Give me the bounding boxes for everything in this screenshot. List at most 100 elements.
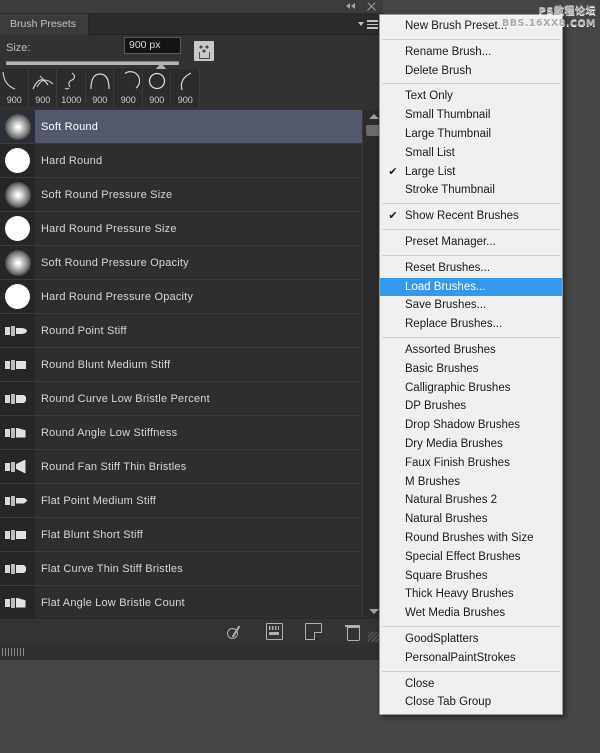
menu-item[interactable]: M Brushes — [380, 473, 562, 492]
recent-brush-cell[interactable]: 900 — [171, 69, 200, 107]
menu-item-label: Save Brushes... — [405, 299, 487, 312]
brush-name-label: Flat Angle Low Bristle Count — [41, 596, 185, 609]
new-brush-preset-icon[interactable] — [305, 623, 322, 640]
brush-thumbnail — [0, 178, 35, 211]
brush-tip-icon[interactable] — [194, 41, 214, 61]
brush-list-item[interactable]: Flat Curve Thin Stiff Bristles — [0, 552, 362, 586]
menu-item[interactable]: Wet Media Brushes — [380, 604, 562, 623]
brush-thumbnail — [0, 450, 35, 483]
brush-thumbnail — [0, 382, 35, 415]
size-slider[interactable] — [6, 60, 179, 71]
menu-item[interactable]: PersonalPaintStrokes — [380, 649, 562, 668]
brush-thumbnail — [0, 416, 35, 449]
toggle-brush-pencil-icon[interactable] — [227, 623, 244, 640]
brush-list-item[interactable]: Hard Round Pressure Size — [0, 212, 362, 246]
brush-presets-panel: Brush Presets Size: 900 px 900 900 1000 900… — [0, 0, 383, 660]
recent-brush-cell[interactable]: 900 — [29, 69, 57, 107]
menu-separator — [382, 83, 560, 85]
scroll-down-arrow[interactable] — [369, 609, 379, 614]
brush-list-item[interactable]: Round Curve Low Bristle Percent — [0, 382, 362, 416]
menu-item[interactable]: Text Only — [380, 87, 562, 106]
menu-item[interactable]: Reset Brushes... — [380, 259, 562, 278]
menu-item[interactable]: ✔ Large List — [380, 163, 562, 182]
recent-brush-cell[interactable]: 900 — [86, 69, 114, 107]
recent-brush-size-label: 900 — [120, 95, 136, 105]
menu-item[interactable]: Calligraphic Brushes — [380, 379, 562, 398]
panel-menu-icon[interactable] — [358, 18, 378, 31]
menu-item[interactable]: Round Brushes with Size — [380, 529, 562, 548]
brush-list-item[interactable]: Round Point Stiff — [0, 314, 362, 348]
brush-list-item[interactable]: Hard Round Pressure Opacity — [0, 280, 362, 314]
brush-thumbnail — [0, 110, 35, 143]
panel-bottom-strip — [0, 644, 383, 660]
menu-item[interactable]: Save Brushes... — [380, 296, 562, 315]
menu-item-label: Large List — [405, 165, 456, 178]
brush-list-item[interactable]: Soft Round Pressure Size — [0, 178, 362, 212]
recent-brush-cell[interactable]: 900 — [0, 69, 29, 107]
menu-item-label: Text Only — [405, 90, 453, 103]
menu-item[interactable]: Square Brushes — [380, 567, 562, 586]
menu-item[interactable]: Close Tab Group — [380, 693, 562, 712]
menu-item[interactable]: Replace Brushes... — [380, 315, 562, 334]
bristle-angle-thumb-icon — [4, 596, 31, 610]
recent-brush-cell[interactable]: 1000 — [57, 69, 86, 107]
recent-brush-cell[interactable]: 900 — [143, 69, 171, 107]
brush-thumbnail — [0, 144, 35, 177]
menu-item[interactable]: Natural Brushes — [380, 510, 562, 529]
tab-brush-presets[interactable]: Brush Presets — [0, 14, 89, 35]
menu-item[interactable]: Thick Heavy Brushes — [380, 585, 562, 604]
dock-grip-icon — [2, 648, 24, 656]
menu-item[interactable]: Basic Brushes — [380, 360, 562, 379]
menu-item[interactable]: Small List — [380, 144, 562, 163]
brush-list-item[interactable]: Flat Blunt Short Stiff — [0, 518, 362, 552]
brush-list-item[interactable]: Round Blunt Medium Stiff — [0, 348, 362, 382]
menu-item[interactable]: Natural Brushes 2 — [380, 491, 562, 510]
brush-list-item[interactable]: Round Fan Stiff Thin Bristles — [0, 450, 362, 484]
live-tip-brush-preview-icon[interactable] — [266, 623, 283, 640]
recent-brush-cell[interactable]: 900 — [114, 69, 143, 107]
brush-name-label: Round Curve Low Bristle Percent — [41, 392, 210, 405]
menu-item[interactable]: Load Brushes... — [380, 277, 562, 297]
scroll-up-arrow[interactable] — [369, 114, 379, 119]
brush-list-item[interactable]: Flat Point Medium Stiff — [0, 484, 362, 518]
menu-item[interactable]: Rename Brush... — [380, 43, 562, 62]
menu-item[interactable]: Drop Shadow Brushes — [380, 416, 562, 435]
brush-list-item[interactable]: Soft Round Pressure Opacity — [0, 246, 362, 280]
menu-item-label: M Brushes — [405, 475, 460, 488]
bristle-angle-thumb-icon — [4, 426, 31, 440]
menu-item[interactable]: Stroke Thumbnail — [380, 181, 562, 200]
brush-list-item[interactable]: Soft Round — [0, 110, 362, 144]
soft-round-thumb-icon — [4, 249, 31, 276]
menu-item[interactable]: DP Brushes — [380, 397, 562, 416]
brush-thumbnail — [0, 348, 35, 381]
menu-item[interactable]: Large Thumbnail — [380, 125, 562, 144]
menu-item[interactable]: GoodSplatters — [380, 630, 562, 649]
menu-item-label: Preset Manager... — [405, 235, 496, 248]
close-icon[interactable] — [366, 1, 377, 12]
brush-name-label: Soft Round — [41, 120, 99, 133]
menu-item[interactable]: Special Effect Brushes — [380, 548, 562, 567]
menu-item[interactable]: Close — [380, 675, 562, 694]
recent-brush-size-label: 900 — [6, 95, 22, 105]
brush-preset-list[interactable]: Soft Round Hard Round Soft Round Pressure … — [0, 110, 383, 618]
menu-item[interactable]: Dry Media Brushes — [380, 435, 562, 454]
delete-brush-icon[interactable] — [344, 623, 361, 641]
collapse-icon[interactable] — [346, 1, 357, 12]
size-input[interactable]: 900 px — [124, 37, 181, 54]
menu-item[interactable]: ✔ Show Recent Brushes — [380, 207, 562, 226]
menu-item[interactable]: Delete Brush — [380, 62, 562, 81]
menu-item[interactable]: Small Thumbnail — [380, 106, 562, 125]
menu-item[interactable]: Assorted Brushes — [380, 341, 562, 360]
menu-separator — [382, 625, 560, 627]
brush-list-item[interactable]: Flat Angle Low Bristle Count — [0, 586, 362, 618]
menu-item[interactable]: Preset Manager... — [380, 233, 562, 252]
brush-name-label: Round Point Stiff — [41, 324, 127, 337]
app-root: Brush Presets Size: 900 px 900 900 1000 900… — [0, 0, 600, 753]
brush-list-item[interactable]: Round Angle Low Stiffness — [0, 416, 362, 450]
menu-item[interactable]: New Brush Preset... — [380, 17, 562, 36]
panel-flyout-menu[interactable]: New Brush Preset... Rename Brush... Delete… — [379, 14, 563, 716]
recent-brush-stroke-icon — [31, 71, 55, 91]
brush-list-item[interactable]: Hard Round — [0, 144, 362, 178]
menu-item[interactable]: Faux Finish Brushes — [380, 454, 562, 473]
menu-item-label: Dry Media Brushes — [405, 437, 503, 450]
